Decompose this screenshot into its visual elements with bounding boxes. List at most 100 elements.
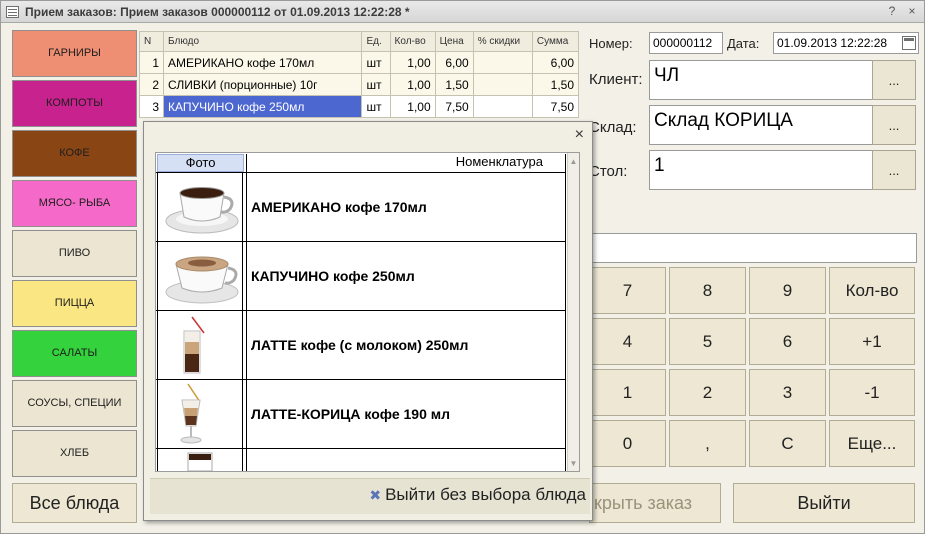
dish-list-header: Фото Номенклатура xyxy=(156,153,566,173)
row-dish: АМЕРИКАНО кофе 170мл xyxy=(163,51,363,74)
exit-button[interactable]: Выйти xyxy=(733,483,915,523)
date-value: 01.09.2013 12:22:28 xyxy=(777,36,888,50)
list-item[interactable]: АМЕРИКАНО кофе 170мл xyxy=(156,173,566,242)
key-3[interactable]: 3 xyxy=(749,369,826,416)
key-9[interactable]: 9 xyxy=(749,267,826,314)
key-0[interactable]: 0 xyxy=(589,420,666,467)
key-more[interactable]: Еще... xyxy=(829,420,915,467)
client-label: Клиент: xyxy=(589,71,643,88)
dish-list: Фото Номенклатура АМЕРИКАНО кофе 170мл К… xyxy=(155,152,580,472)
col-qty[interactable]: Кол-во xyxy=(389,31,436,52)
order-table: N Блюдо Ед. Кол-во Цена % скидки Сумма 1… xyxy=(138,31,580,118)
category-button-salads[interactable]: САЛАТЫ xyxy=(12,330,137,377)
title-bar: Прием заказов: Прием заказов 000000112 о… xyxy=(1,1,924,23)
row-discount xyxy=(472,51,533,74)
row-sum: 1,50 xyxy=(531,73,580,96)
table-row[interactable]: 2 СЛИВКИ (порционные) 10г шт 1,00 1,50 1… xyxy=(138,73,580,96)
exit-without-selection-label: Выйти без выбора блюда xyxy=(385,485,586,504)
key-plus-one[interactable]: +1 xyxy=(829,318,915,365)
category-button-garnishes[interactable]: ГАРНИРЫ xyxy=(12,30,137,77)
table-row[interactable]: 1 АМЕРИКАНО кофе 170мл шт 1,00 6,00 6,00 xyxy=(138,51,580,74)
row-discount xyxy=(472,95,533,118)
col-photo[interactable]: Фото xyxy=(157,154,244,172)
date-field[interactable]: 01.09.2013 12:22:28 xyxy=(773,32,919,54)
latte-cinnamon-glass-icon xyxy=(157,380,243,448)
col-price[interactable]: Цена xyxy=(434,31,474,52)
key-quantity[interactable]: Кол-во xyxy=(829,267,915,314)
number-label: Номер: xyxy=(589,36,633,51)
row-qty: 1,00 xyxy=(389,95,436,118)
dish-name: ЛАТТЕ кофе (с молоком) 250мл xyxy=(246,311,566,379)
popup-footer: ✖ Выйти без выбора блюда xyxy=(150,478,590,514)
table-row-selected[interactable]: 3 КАПУЧИНО кофе 250мл шт 1,00 7,50 7,50 xyxy=(138,95,580,118)
popup-close-icon[interactable]: × xyxy=(575,126,584,144)
help-icon[interactable]: ? xyxy=(885,4,899,18)
category-button-meat-fish[interactable]: МЯСО- РЫБА xyxy=(12,180,137,227)
cancel-icon: ✖ xyxy=(369,487,382,503)
row-unit: шт xyxy=(361,95,391,118)
category-button-sauces[interactable]: СОУСЫ, СПЕЦИИ xyxy=(12,380,137,427)
table-label: Стол: xyxy=(589,163,628,180)
category-button-coffee[interactable]: КОФЕ xyxy=(12,130,137,177)
table-select-button[interactable]: ... xyxy=(872,150,916,190)
category-button-pizza[interactable]: ПИЦЦА xyxy=(12,280,137,327)
key-8[interactable]: 8 xyxy=(669,267,746,314)
row-n: 3 xyxy=(138,95,165,118)
warehouse-select-button[interactable]: ... xyxy=(872,105,916,145)
key-clear[interactable]: C xyxy=(749,420,826,467)
key-4[interactable]: 4 xyxy=(589,318,666,365)
keypad-display[interactable] xyxy=(589,233,917,263)
key-5[interactable]: 5 xyxy=(669,318,746,365)
row-price: 6,00 xyxy=(434,51,474,74)
dish-name: АМЕРИКАНО кофе 170мл xyxy=(246,173,566,241)
dish-list-scrollbar[interactable]: ▲ ▼ xyxy=(567,153,579,471)
scroll-down-icon[interactable]: ▼ xyxy=(569,459,578,468)
client-select-button[interactable]: ... xyxy=(872,60,916,100)
window-title: Прием заказов: Прием заказов 000000112 о… xyxy=(25,5,410,19)
row-price: 1,50 xyxy=(434,73,474,96)
row-dish: КАПУЧИНО кофе 250мл xyxy=(163,95,363,118)
key-6[interactable]: 6 xyxy=(749,318,826,365)
row-qty: 1,00 xyxy=(389,51,436,74)
row-unit: шт xyxy=(361,73,391,96)
row-price: 7,50 xyxy=(434,95,474,118)
key-minus-one[interactable]: -1 xyxy=(829,369,915,416)
category-button-compotes[interactable]: КОМПОТЫ xyxy=(12,80,137,127)
cup-icon xyxy=(157,449,243,471)
dish-selector-popup: × Фото Номенклатура АМЕРИКАНО кофе 170мл… xyxy=(143,121,593,521)
table-header: N Блюдо Ед. Кол-во Цена % скидки Сумма xyxy=(138,31,580,52)
list-item[interactable]: ЛАТТЕ кофе (с молоком) 250мл xyxy=(156,311,566,380)
number-field[interactable]: 000000112 xyxy=(649,32,723,54)
col-dish[interactable]: Блюдо xyxy=(163,31,363,52)
row-unit: шт xyxy=(361,51,391,74)
key-2[interactable]: 2 xyxy=(669,369,746,416)
row-n: 2 xyxy=(138,73,165,96)
col-discount[interactable]: % скидки xyxy=(472,31,533,52)
warehouse-field[interactable]: Склад КОРИЦА xyxy=(649,105,873,145)
category-button-bread[interactable]: ХЛЕБ xyxy=(12,430,137,477)
calendar-icon[interactable] xyxy=(902,36,916,50)
col-nomenclature[interactable]: Номенклатура xyxy=(246,154,566,172)
col-unit[interactable]: Ед. xyxy=(361,31,391,52)
order-window: Прием заказов: Прием заказов 000000112 о… xyxy=(0,0,925,534)
client-field[interactable]: ЧЛ xyxy=(649,60,873,100)
scroll-up-icon[interactable]: ▲ xyxy=(569,157,578,166)
list-item[interactable] xyxy=(156,449,566,471)
table-field[interactable]: 1 xyxy=(649,150,873,190)
key-comma[interactable]: , xyxy=(669,420,746,467)
key-1[interactable]: 1 xyxy=(589,369,666,416)
exit-without-selection-button[interactable]: ✖ Выйти без выбора блюда xyxy=(369,485,586,505)
row-sum: 7,50 xyxy=(531,95,580,118)
col-n[interactable]: N xyxy=(138,31,165,52)
key-7[interactable]: 7 xyxy=(589,267,666,314)
all-dishes-button[interactable]: Все блюда xyxy=(12,483,137,523)
list-item[interactable]: ЛАТТЕ-КОРИЦА кофе 190 мл xyxy=(156,380,566,449)
window-close-icon[interactable]: × xyxy=(905,4,919,18)
close-order-button[interactable]: крыть заказ xyxy=(589,483,721,523)
list-item[interactable]: КАПУЧИНО кофе 250мл xyxy=(156,242,566,311)
col-sum[interactable]: Сумма xyxy=(531,31,580,52)
cappuccino-cup-icon xyxy=(157,242,243,310)
window-menu-icon[interactable] xyxy=(6,6,19,18)
category-button-beer[interactable]: ПИВО xyxy=(12,230,137,277)
row-sum: 6,00 xyxy=(531,51,580,74)
